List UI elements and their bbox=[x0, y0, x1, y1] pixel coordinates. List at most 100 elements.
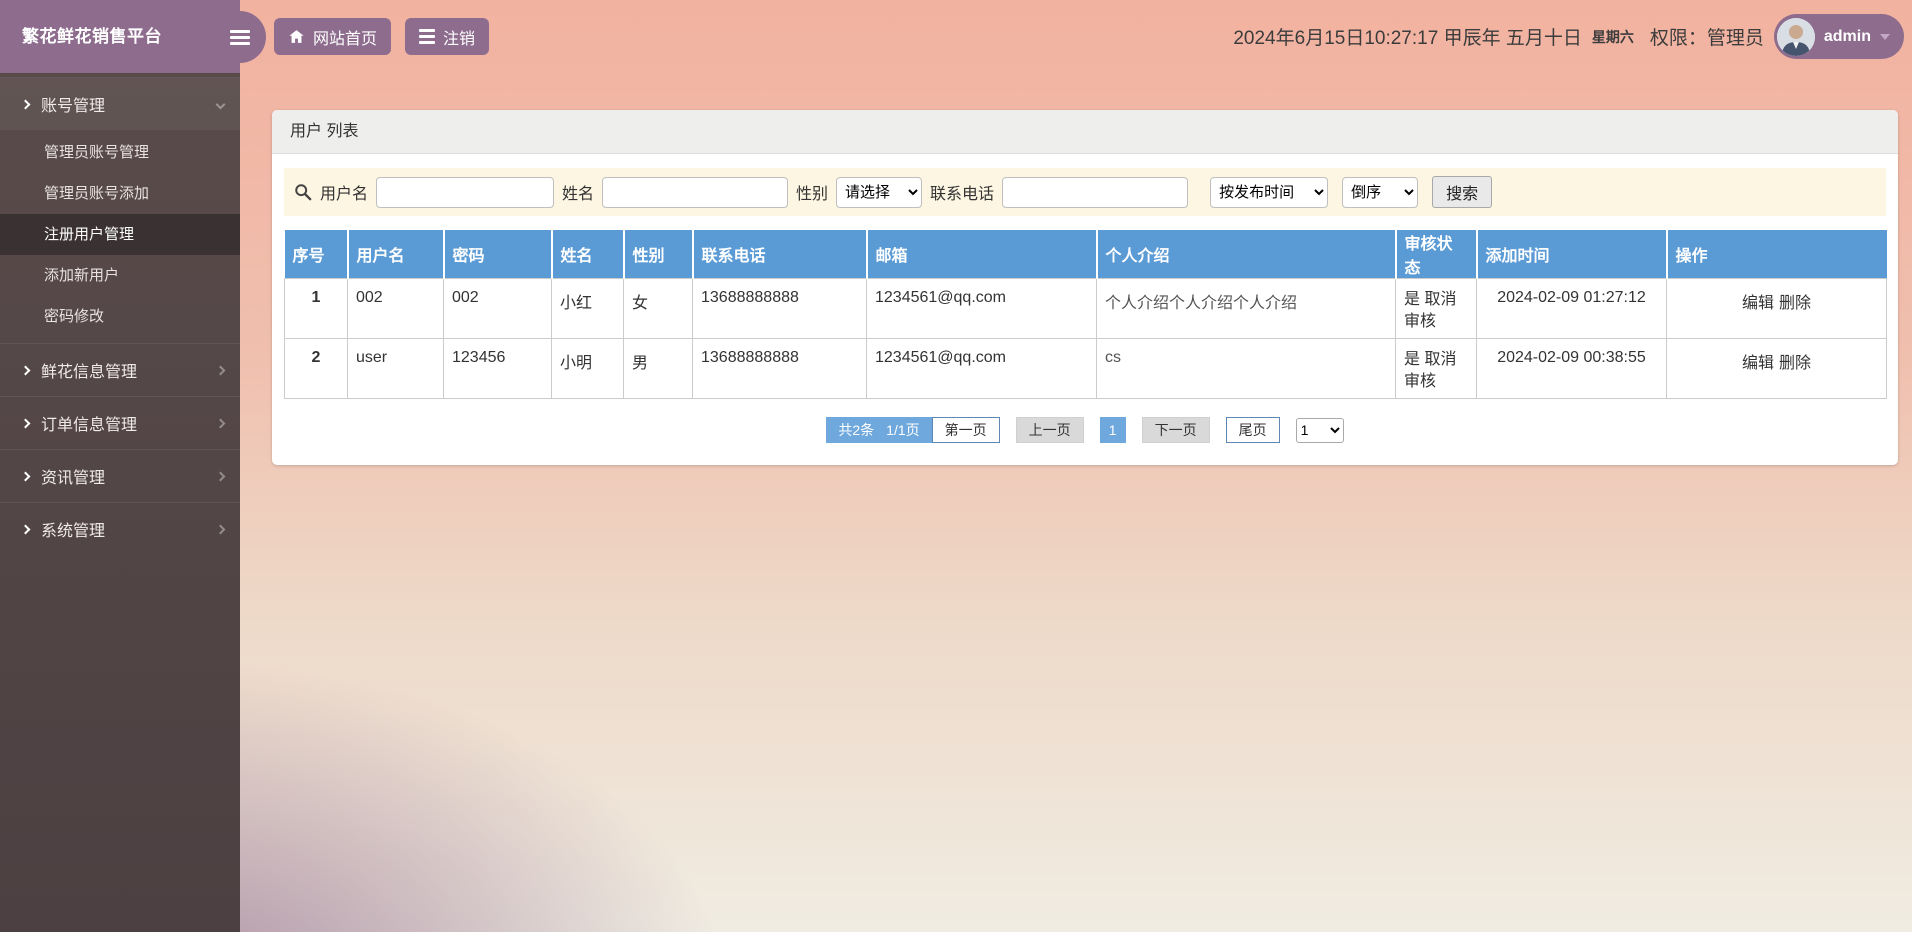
sidebar-section-news: 资讯管理 bbox=[0, 449, 240, 502]
sidebar-item-registered-user-management[interactable]: 注册用户管理 bbox=[0, 214, 240, 255]
delete-link[interactable]: 删除 bbox=[1779, 355, 1811, 372]
cell-password: 002 bbox=[443, 278, 552, 339]
datetime-text: 2024年6月15日10:27:17 甲辰年 五月十日 bbox=[1233, 28, 1582, 49]
sidebar-item-admin-account-add[interactable]: 管理员账号添加 bbox=[0, 173, 240, 214]
cell-name: 小红 bbox=[551, 278, 624, 339]
app-title: 繁花鲜花销售平台 bbox=[0, 0, 240, 73]
table-row: 2 user 123456 小明 男 13688888888 1234561@q… bbox=[284, 338, 1887, 399]
chevron-right-icon bbox=[20, 365, 31, 375]
account-submenu: 管理员账号管理 管理员账号添加 注册用户管理 添加新用户 密码修改 bbox=[0, 130, 240, 343]
user-table: 序号 用户名 密码 姓名 性别 联系电话 邮箱 个人介绍 审核状态 添加时间 操… bbox=[284, 230, 1887, 399]
avatar bbox=[1776, 17, 1815, 56]
home-icon bbox=[289, 30, 304, 43]
cell-intro: cs bbox=[1096, 338, 1396, 399]
audit-status-text: 是 bbox=[1404, 291, 1421, 308]
sidebar-item-admin-account-management[interactable]: 管理员账号管理 bbox=[0, 132, 240, 173]
gender-filter-label: 性别 bbox=[796, 186, 829, 203]
chevron-right-icon bbox=[20, 99, 31, 109]
cell-name: 小明 bbox=[551, 338, 624, 399]
username-text: admin bbox=[1823, 27, 1871, 45]
edit-link[interactable]: 编辑 bbox=[1742, 295, 1774, 312]
username-filter-input[interactable] bbox=[376, 176, 555, 208]
sidebar-toggle-button[interactable] bbox=[214, 11, 266, 63]
home-button-label: 网站首页 bbox=[313, 30, 378, 48]
name-filter-input[interactable] bbox=[602, 176, 789, 208]
sidebar-item-account-management[interactable]: 账号管理 bbox=[0, 78, 240, 130]
table-row: 1 002 002 小红 女 13688888888 1234561@qq.co… bbox=[284, 278, 1887, 339]
sidebar-item-label: 系统管理 bbox=[41, 523, 106, 540]
col-header-name: 姓名 bbox=[551, 230, 625, 279]
caret-down-icon bbox=[1880, 33, 1890, 40]
sidebar-section-order: 订单信息管理 bbox=[0, 396, 240, 449]
sidebar-item-add-new-user[interactable]: 添加新用户 bbox=[0, 255, 240, 296]
user-menu[interactable]: admin bbox=[1773, 14, 1904, 59]
cell-email: 1234561@qq.com bbox=[866, 278, 1097, 339]
name-filter-label: 姓名 bbox=[562, 186, 595, 203]
prev-page-button[interactable]: 上一页 bbox=[1015, 417, 1084, 443]
cell-password: 123456 bbox=[443, 338, 552, 399]
next-page-button[interactable]: 下一页 bbox=[1141, 417, 1210, 443]
cell-added-time: 2024-02-09 01:27:12 bbox=[1476, 278, 1667, 339]
delete-link[interactable]: 删除 bbox=[1779, 295, 1811, 312]
cell-actions: 编辑 删除 bbox=[1666, 278, 1887, 339]
col-header-gender: 性别 bbox=[623, 230, 694, 279]
table-body: 1 002 002 小红 女 13688888888 1234561@qq.co… bbox=[284, 278, 1887, 399]
gender-select[interactable]: 请选择 bbox=[836, 176, 923, 208]
col-header-password: 密码 bbox=[443, 230, 553, 279]
cell-index: 1 bbox=[284, 278, 348, 339]
last-page-button[interactable]: 尾页 bbox=[1225, 417, 1280, 443]
col-header-phone: 联系电话 bbox=[692, 230, 868, 279]
sidebar-item-flower-info-management[interactable]: 鲜花信息管理 bbox=[0, 344, 240, 396]
cell-username: user bbox=[347, 338, 444, 399]
search-filter-bar: 用户名 姓名 性别 请选择 联系电话 按发布时间 倒序 搜索 bbox=[284, 168, 1886, 216]
logout-button-label: 注销 bbox=[443, 30, 476, 48]
sidebar-section-account: 账号管理 管理员账号管理 管理员账号添加 注册用户管理 添加新用户 密码修改 bbox=[0, 77, 240, 343]
page-select[interactable]: 1 bbox=[1295, 417, 1344, 443]
cell-index: 2 bbox=[284, 338, 348, 399]
chevron-right-icon bbox=[215, 471, 226, 481]
username-filter-label: 用户名 bbox=[320, 186, 369, 203]
search-button[interactable]: 搜索 bbox=[1432, 176, 1493, 208]
chevron-right-icon bbox=[20, 524, 31, 534]
sidebar-section-system: 系统管理 bbox=[0, 502, 240, 555]
sidebar-item-label: 订单信息管理 bbox=[41, 417, 138, 434]
first-page-button[interactable]: 第一页 bbox=[931, 417, 1000, 443]
sidebar-item-system-management[interactable]: 系统管理 bbox=[0, 503, 240, 555]
role-text: 权限：管理员 bbox=[1649, 28, 1764, 49]
cell-intro: 个人介绍个人介绍个人介绍 bbox=[1096, 278, 1396, 339]
user-list-panel: 用户 列表 用户名 姓名 性别 请选择 联系电话 按发布时间 倒序 搜索 序号 … bbox=[272, 110, 1898, 465]
sidebar-item-label: 账号管理 bbox=[41, 98, 106, 115]
home-button[interactable]: 网站首页 bbox=[274, 18, 392, 55]
pagination-summary: 共2条 1/1页 bbox=[826, 417, 932, 443]
page-count-text: 1/1页 bbox=[886, 422, 920, 438]
chevron-right-icon bbox=[20, 418, 31, 428]
phone-filter-label: 联系电话 bbox=[930, 186, 995, 203]
cell-audit: 是 取消审核 bbox=[1395, 278, 1477, 339]
edit-link[interactable]: 编辑 bbox=[1742, 355, 1774, 372]
topbar-right: 2024年6月15日10:27:17 甲辰年 五月十日 星期六 权限：管理员 a… bbox=[1233, 14, 1904, 59]
panel-title: 用户 列表 bbox=[272, 110, 1898, 154]
sort-order-select[interactable]: 倒序 bbox=[1342, 176, 1419, 208]
current-page-button[interactable]: 1 bbox=[1099, 417, 1126, 443]
chevron-right-icon bbox=[20, 471, 31, 481]
col-header-email: 邮箱 bbox=[866, 230, 1098, 279]
sidebar-item-news-management[interactable]: 资讯管理 bbox=[0, 450, 240, 502]
col-header-added-time: 添加时间 bbox=[1476, 230, 1668, 279]
sidebar-item-label: 鲜花信息管理 bbox=[41, 364, 138, 381]
weekday-text: 星期六 bbox=[1591, 28, 1634, 45]
sidebar-item-password-change[interactable]: 密码修改 bbox=[0, 296, 240, 337]
panel-body: 用户名 姓名 性别 请选择 联系电话 按发布时间 倒序 搜索 序号 用户名 密码… bbox=[272, 154, 1898, 465]
phone-filter-input[interactable] bbox=[1002, 176, 1189, 208]
table-header-row: 序号 用户名 密码 姓名 性别 联系电话 邮箱 个人介绍 审核状态 添加时间 操… bbox=[284, 230, 1887, 279]
sidebar-nav: 账号管理 管理员账号管理 管理员账号添加 注册用户管理 添加新用户 密码修改 鲜… bbox=[0, 73, 240, 555]
col-header-intro: 个人介绍 bbox=[1096, 230, 1397, 279]
sort-field-select[interactable]: 按发布时间 bbox=[1210, 176, 1329, 208]
logout-button[interactable]: 注销 bbox=[405, 18, 490, 55]
cell-added-time: 2024-02-09 00:38:55 bbox=[1476, 338, 1667, 399]
pagination: 共2条 1/1页 第一页 上一页 1 下一页 尾页 1 bbox=[284, 417, 1886, 443]
list-icon bbox=[419, 26, 436, 47]
sidebar-item-order-info-management[interactable]: 订单信息管理 bbox=[0, 397, 240, 449]
cell-gender: 男 bbox=[623, 338, 693, 399]
topbar: 网站首页 注销 2024年6月15日10:27:17 甲辰年 五月十日 星期六 … bbox=[214, 0, 1912, 73]
chevron-right-icon bbox=[215, 524, 226, 534]
